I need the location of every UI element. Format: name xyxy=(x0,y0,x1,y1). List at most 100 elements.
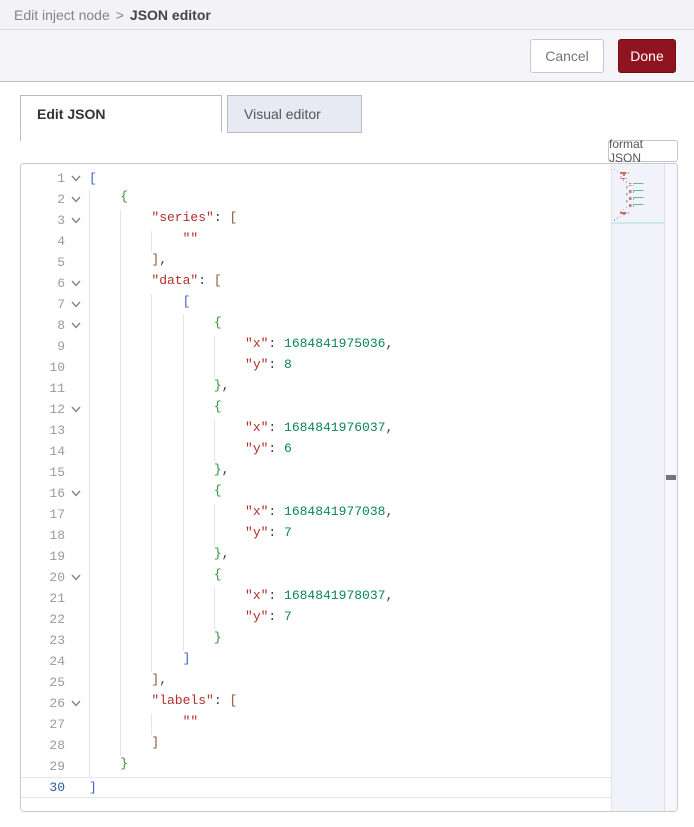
line-number[interactable]: 12 xyxy=(21,402,65,417)
code-line[interactable]: 20 { xyxy=(21,567,611,588)
indent-guide xyxy=(89,462,120,483)
fold-chevron-icon[interactable] xyxy=(65,322,87,329)
minimap-mark xyxy=(626,202,627,203)
line-number[interactable]: 2 xyxy=(21,192,65,207)
indent-guide xyxy=(120,672,151,693)
token-pun: : xyxy=(268,336,284,351)
line-number[interactable]: 26 xyxy=(21,696,65,711)
line-number[interactable]: 3 xyxy=(21,213,65,228)
line-number[interactable]: 4 xyxy=(21,234,65,249)
fold-chevron-icon[interactable] xyxy=(65,406,87,413)
fold-chevron-icon[interactable] xyxy=(65,175,87,182)
token-b2: [ xyxy=(229,210,237,225)
code-lines[interactable]: 1[2 {3 "series": [4 ""5 ],6 "data": [7 [… xyxy=(21,164,611,811)
line-number[interactable]: 20 xyxy=(21,570,65,585)
line-number[interactable]: 5 xyxy=(21,255,65,270)
code-line[interactable]: 19 }, xyxy=(21,546,611,567)
indent-guide xyxy=(89,567,120,588)
line-number[interactable]: 11 xyxy=(21,381,65,396)
line-number[interactable]: 23 xyxy=(21,633,65,648)
done-button[interactable]: Done xyxy=(618,39,676,73)
code-line[interactable]: 15 }, xyxy=(21,462,611,483)
code-line[interactable]: 1[ xyxy=(21,168,611,189)
code-line[interactable]: 9 "x": 1684841975036, xyxy=(21,336,611,357)
code-line[interactable]: 13 "x": 1684841976037, xyxy=(21,420,611,441)
indent-guide xyxy=(89,651,120,672)
line-number[interactable]: 14 xyxy=(21,444,65,459)
line-number[interactable]: 1 xyxy=(21,171,65,186)
line-number[interactable]: 10 xyxy=(21,360,65,375)
code-line[interactable]: 4 "" xyxy=(21,231,611,252)
token-pun: , xyxy=(222,546,230,561)
breadcrumb-parent[interactable]: Edit inject node xyxy=(14,7,110,23)
indent-guide xyxy=(89,252,120,273)
code-line[interactable]: 3 "series": [ xyxy=(21,210,611,231)
code-line[interactable]: 8 { xyxy=(21,315,611,336)
tab-region: Edit JSON Visual editor xyxy=(0,82,694,163)
line-number[interactable]: 8 xyxy=(21,318,65,333)
line-number[interactable]: 13 xyxy=(21,423,65,438)
fold-chevron-icon[interactable] xyxy=(65,301,87,308)
indent-guide xyxy=(214,609,245,630)
code-line[interactable]: 12 { xyxy=(21,399,611,420)
code-line[interactable]: 23 } xyxy=(21,630,611,651)
line-number[interactable]: 28 xyxy=(21,738,65,753)
line-number[interactable]: 29 xyxy=(21,759,65,774)
line-number[interactable]: 16 xyxy=(21,486,65,501)
line-number[interactable]: 21 xyxy=(21,591,65,606)
code-text: "y": 7 xyxy=(89,525,292,546)
fold-chevron-icon[interactable] xyxy=(65,196,87,203)
line-number[interactable]: 9 xyxy=(21,339,65,354)
minimap-mark xyxy=(628,172,629,173)
line-number[interactable]: 19 xyxy=(21,549,65,564)
cancel-button[interactable]: Cancel xyxy=(530,39,604,73)
minimap[interactable] xyxy=(611,164,664,811)
line-number[interactable]: 25 xyxy=(21,675,65,690)
code-line[interactable]: 18 "y": 7 xyxy=(21,525,611,546)
token-b1: } xyxy=(214,462,222,477)
line-number[interactable]: 30 xyxy=(21,780,65,795)
line-number[interactable]: 18 xyxy=(21,528,65,543)
code-line[interactable]: 27 "" xyxy=(21,714,611,735)
code-line[interactable]: 2 { xyxy=(21,189,611,210)
minimap-mark xyxy=(633,205,634,206)
code-line[interactable]: 29 } xyxy=(21,756,611,777)
fold-chevron-icon[interactable] xyxy=(65,217,87,224)
indent-guide xyxy=(120,504,151,525)
code-line[interactable]: 24 ] xyxy=(21,651,611,672)
code-line[interactable]: 10 "y": 8 xyxy=(21,357,611,378)
code-line[interactable]: 28 ] xyxy=(21,735,611,756)
tab-visual-editor[interactable]: Visual editor xyxy=(227,95,362,133)
line-number[interactable]: 24 xyxy=(21,654,65,669)
line-number[interactable]: 27 xyxy=(21,717,65,732)
line-number[interactable]: 6 xyxy=(21,276,65,291)
fold-chevron-icon[interactable] xyxy=(65,574,87,581)
code-line[interactable]: 25 ], xyxy=(21,672,611,693)
code-line[interactable]: 26 "labels": [ xyxy=(21,693,611,714)
indent-guide xyxy=(151,525,182,546)
code-line[interactable]: 14 "y": 6 xyxy=(21,441,611,462)
code-line[interactable]: 11 }, xyxy=(21,378,611,399)
code-line[interactable]: 30] xyxy=(21,777,611,798)
line-number[interactable]: 7 xyxy=(21,297,65,312)
code-line[interactable]: 17 "x": 1684841977038, xyxy=(21,504,611,525)
scrollbar-cursor-marker[interactable] xyxy=(666,475,676,480)
code-line[interactable]: 7 [ xyxy=(21,294,611,315)
token-b1: { xyxy=(214,483,222,498)
indent-guide xyxy=(151,588,182,609)
fold-chevron-icon[interactable] xyxy=(65,700,87,707)
code-line[interactable]: 22 "y": 7 xyxy=(21,609,611,630)
code-line[interactable]: 5 ], xyxy=(21,252,611,273)
line-number[interactable]: 22 xyxy=(21,612,65,627)
fold-chevron-icon[interactable] xyxy=(65,280,87,287)
format-json-button[interactable]: format JSON xyxy=(608,140,678,162)
fold-chevron-icon[interactable] xyxy=(65,490,87,497)
editor-scrollbar[interactable] xyxy=(664,164,677,811)
line-number[interactable]: 15 xyxy=(21,465,65,480)
code-line[interactable]: 21 "x": 1684841978037, xyxy=(21,588,611,609)
code-line[interactable]: 16 { xyxy=(21,483,611,504)
code-line[interactable]: 6 "data": [ xyxy=(21,273,611,294)
indent-guide xyxy=(89,441,120,462)
tab-edit-json[interactable]: Edit JSON xyxy=(20,95,222,133)
line-number[interactable]: 17 xyxy=(21,507,65,522)
